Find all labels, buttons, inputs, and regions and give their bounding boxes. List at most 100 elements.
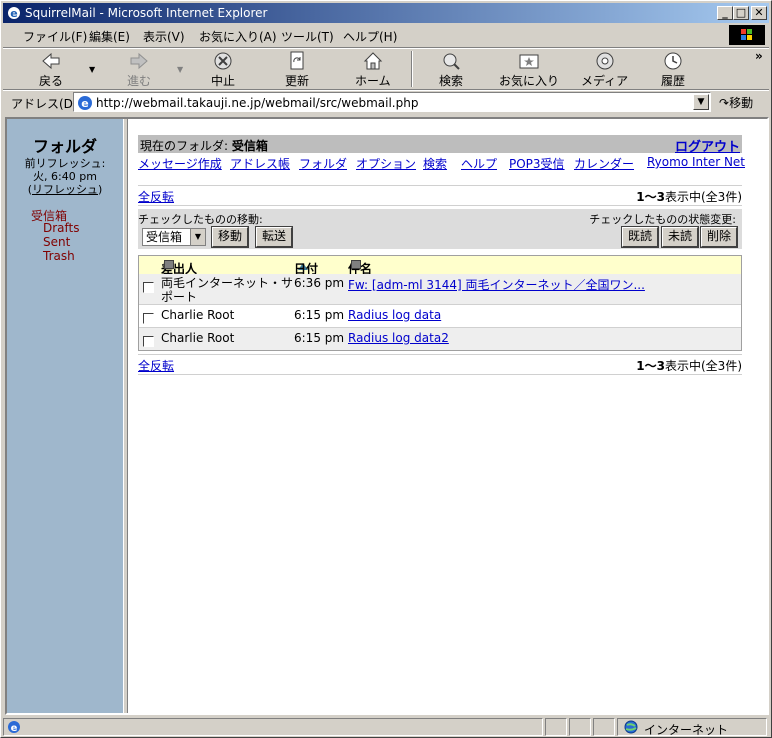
menu-file[interactable]: ファイル(F): [23, 28, 87, 45]
search-label: 検索: [439, 74, 464, 88]
go-button[interactable]: ↷移動: [719, 94, 753, 111]
row-date: 6:15 pm: [294, 308, 345, 322]
close-button[interactable]: ✕: [751, 6, 767, 20]
stop-label: 中止: [211, 74, 236, 88]
page-content: フォルダ 前リフレッシュ: 火, 6:40 pm (リフレッシュ) 受信箱 Dr…: [5, 117, 769, 715]
favorites-button[interactable]: お気に入り: [499, 51, 559, 89]
nav-addresses[interactable]: アドレス帳: [230, 157, 290, 171]
nav-options[interactable]: オプション: [356, 157, 416, 171]
row-checkbox[interactable]: [143, 313, 154, 324]
move-folder-select[interactable]: 受信箱 ▼: [142, 228, 206, 246]
forward-arrow-icon: [130, 52, 148, 70]
forward-mail-button[interactable]: 転送: [255, 226, 293, 248]
back-dropdown[interactable]: ▼: [89, 61, 95, 75]
stop-button[interactable]: 中止: [211, 51, 235, 89]
media-icon: [596, 52, 614, 70]
move-folder-value: 受信箱: [146, 230, 183, 244]
table-row[interactable]: 両毛インターネット・サポート 6:36 pm Fw: [adm-ml 3144]…: [139, 274, 741, 304]
globe-icon: [624, 720, 638, 734]
refresh-link[interactable]: リフレッシュ: [32, 183, 98, 196]
toolbar: 戻る ▼ 進む ▼ 中止 更新 ホーム 検索 お気に入り メディア 履歴 »: [3, 49, 769, 89]
menu-tools[interactable]: ツール(T): [281, 28, 334, 45]
mark-read-button[interactable]: 既読: [621, 226, 659, 248]
history-icon: [664, 52, 682, 70]
folder-pane: フォルダ 前リフレッシュ: 火, 6:40 pm (リフレッシュ) 受信箱 Dr…: [7, 119, 123, 713]
chevron-down-icon: ▼: [177, 65, 184, 74]
home-button[interactable]: ホーム: [355, 51, 391, 89]
table-row[interactable]: Charlie Root 6:15 pm Radius log data: [139, 305, 741, 327]
nav-search[interactable]: 検索: [423, 157, 447, 171]
nav-calendar[interactable]: カレンダー: [574, 157, 634, 171]
folder-pane-title: フォルダ: [32, 137, 97, 156]
minimize-button[interactable]: _: [717, 6, 733, 20]
toggle-all-bottom[interactable]: 全反転: [138, 357, 174, 374]
col-date[interactable]: 日付: [294, 258, 318, 276]
svg-text:e: e: [81, 97, 88, 110]
current-folder: 現在のフォルダ: 受信箱: [140, 137, 268, 154]
count-range: 1～3: [636, 359, 665, 373]
search-button[interactable]: 検索: [439, 51, 463, 89]
divider-line: [138, 354, 742, 355]
toolbar-more[interactable]: »: [755, 49, 763, 63]
menu-edit[interactable]: 編集(E): [89, 28, 130, 45]
maximize-button[interactable]: □: [733, 6, 749, 20]
row-checkbox[interactable]: [143, 336, 154, 347]
current-folder-label: 現在のフォルダ:: [140, 139, 232, 153]
status-zone-cell: インターネット: [617, 718, 767, 737]
forward-dropdown[interactable]: ▼: [177, 61, 183, 75]
sort-icon[interactable]: [351, 260, 361, 269]
chevron-down-icon: ▼: [190, 229, 205, 245]
browser-window: e SquirrelMail - Microsoft Internet Expl…: [0, 0, 772, 738]
ie-icon: e: [8, 7, 20, 20]
menu-favorites[interactable]: お気に入り(A): [199, 28, 277, 45]
address-label: アドレス(D): [11, 97, 78, 111]
stop-icon: [214, 52, 232, 70]
address-input[interactable]: e http://webmail.takauji.ne.jp/webmail/s…: [73, 92, 711, 112]
nav-compose[interactable]: メッセージ作成: [138, 157, 222, 171]
media-button[interactable]: メディア: [581, 51, 628, 89]
menu-help[interactable]: ヘルプ(H): [343, 28, 397, 45]
row-subject[interactable]: Radius log data2: [348, 331, 449, 345]
nav-help[interactable]: ヘルプ: [461, 157, 497, 171]
nav-pop3[interactable]: POP3受信: [509, 157, 565, 171]
row-subject[interactable]: Fw: [adm-ml 3144] 両毛インターネット／全国ワン...: [348, 276, 645, 293]
row-checkbox[interactable]: [143, 282, 154, 293]
row-subject[interactable]: Radius log data: [348, 308, 441, 322]
count-text: 表示中(全3件): [665, 190, 742, 204]
message-list-pane: 現在のフォルダ: 受信箱 ログアウト メッセージ作成 アドレス帳 フォルダ オプ…: [128, 119, 767, 713]
menu-view[interactable]: 表示(V): [143, 28, 185, 45]
logout-link[interactable]: ログアウト: [675, 136, 740, 155]
folder-sent[interactable]: Sent: [43, 235, 70, 249]
title-bar: e SquirrelMail - Microsoft Internet Expl…: [3, 3, 769, 23]
refresh-button[interactable]: 更新: [285, 51, 309, 89]
history-button[interactable]: 履歴: [661, 51, 685, 89]
window-title: SquirrelMail - Microsoft Internet Explor…: [25, 6, 268, 20]
nav-provider[interactable]: Ryomo Inter Net: [647, 155, 745, 169]
search-icon: [443, 53, 460, 70]
address-dropdown-button[interactable]: ▼: [693, 94, 709, 110]
favorites-label: お気に入り: [499, 74, 560, 88]
status-cell: [593, 718, 615, 736]
folder-trash[interactable]: Trash: [43, 249, 75, 263]
toggle-all-top[interactable]: 全反転: [138, 188, 174, 205]
history-label: 履歴: [661, 74, 686, 88]
nav-folders[interactable]: フォルダ: [299, 157, 347, 171]
move-button[interactable]: 移動: [211, 226, 249, 248]
menu-bar: ファイル(F) 編集(E) 表示(V) お気に入り(A) ツール(T) ヘルプ(…: [3, 25, 769, 45]
go-label: 移動: [729, 96, 754, 110]
status-bar: e インターネット: [3, 717, 769, 737]
forward-button[interactable]: 進む: [127, 51, 151, 89]
sort-icon[interactable]: [164, 260, 174, 269]
delete-button[interactable]: 削除: [700, 226, 738, 248]
svg-text:e: e: [10, 7, 17, 20]
status-cell: [545, 718, 567, 736]
favorites-icon: [519, 54, 539, 69]
windows-flag-icon: [729, 25, 765, 45]
mark-unread-button[interactable]: 未読: [661, 226, 699, 248]
table-row[interactable]: Charlie Root 6:15 pm Radius log data2: [139, 328, 741, 350]
divider-line: [138, 374, 742, 375]
back-button[interactable]: 戻る: [39, 51, 63, 89]
toolbar-separator: [411, 51, 413, 87]
folder-drafts[interactable]: Drafts: [43, 221, 80, 235]
status-main: e: [3, 718, 543, 736]
